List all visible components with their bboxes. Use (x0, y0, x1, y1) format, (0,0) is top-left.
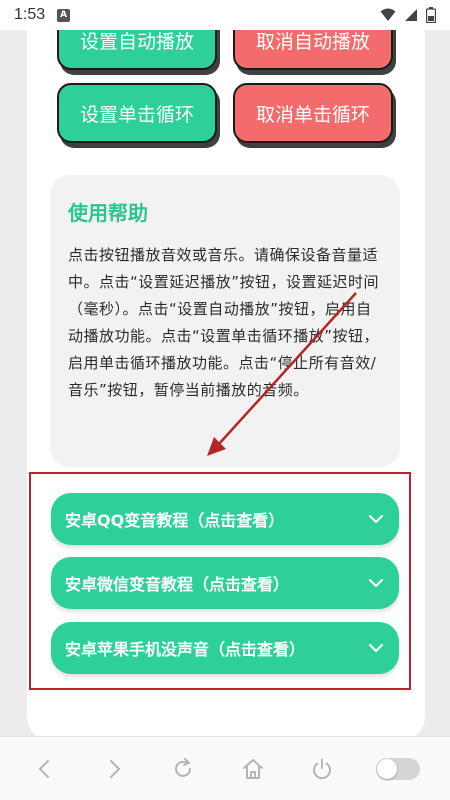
tutorial-apple-no-sound[interactable]: 安卓苹果手机没声音（点击查看） (51, 622, 399, 674)
refresh-button[interactable] (168, 754, 198, 784)
chevron-down-icon (368, 514, 384, 524)
home-button[interactable] (238, 754, 268, 784)
home-icon (242, 758, 263, 779)
tutorial-wechat-voice-change[interactable]: 安卓微信变音教程（点击查看） (51, 557, 399, 609)
help-text: 点击按钮播放音效或音乐。请确保设备音量适中。点击“设置延迟播放”按钮，设置延迟时… (68, 246, 380, 399)
back-button[interactable] (30, 754, 60, 784)
tutorial-label: 安卓苹果手机没声音（点击查看） (65, 640, 306, 659)
status-icons-top (380, 7, 436, 23)
help-title: 使用帮助 (68, 201, 148, 225)
toggle-switch[interactable] (376, 757, 421, 780)
status-time-top: 1:53 (14, 6, 46, 23)
wifi-icon (380, 8, 396, 21)
refresh-icon (175, 757, 192, 777)
power-icon (313, 758, 331, 779)
tutorial-qq-voice-change[interactable]: 安卓QQ变音教程（点击查看） (51, 493, 399, 545)
chevron-down-icon (368, 578, 384, 588)
forward-button[interactable] (99, 754, 129, 784)
notification-badge-icon-top: A (57, 8, 71, 22)
set-single-loop-button[interactable]: 设置单击循环 (57, 83, 217, 143)
forward-icon (109, 759, 120, 778)
battery-icon (426, 7, 436, 23)
status-bar-top: 1:53 A (0, 0, 450, 30)
signal-icon (405, 9, 417, 21)
tutorial-label: 安卓QQ变音教程（点击查看） (65, 511, 285, 530)
tutorial-label: 安卓微信变音教程（点击查看） (65, 575, 290, 594)
chevron-down-icon (368, 643, 384, 653)
back-icon (38, 759, 49, 778)
bottom-nav-bar (0, 736, 450, 800)
help-panel: 使用帮助 点击按钮播放音效或音乐。请确保设备音量适中。点击“设置延迟播放”按钮，… (50, 175, 400, 467)
power-button[interactable] (307, 754, 337, 784)
cancel-single-loop-button[interactable]: 取消单击循环 (233, 83, 393, 143)
toggle-knob (377, 758, 398, 779)
